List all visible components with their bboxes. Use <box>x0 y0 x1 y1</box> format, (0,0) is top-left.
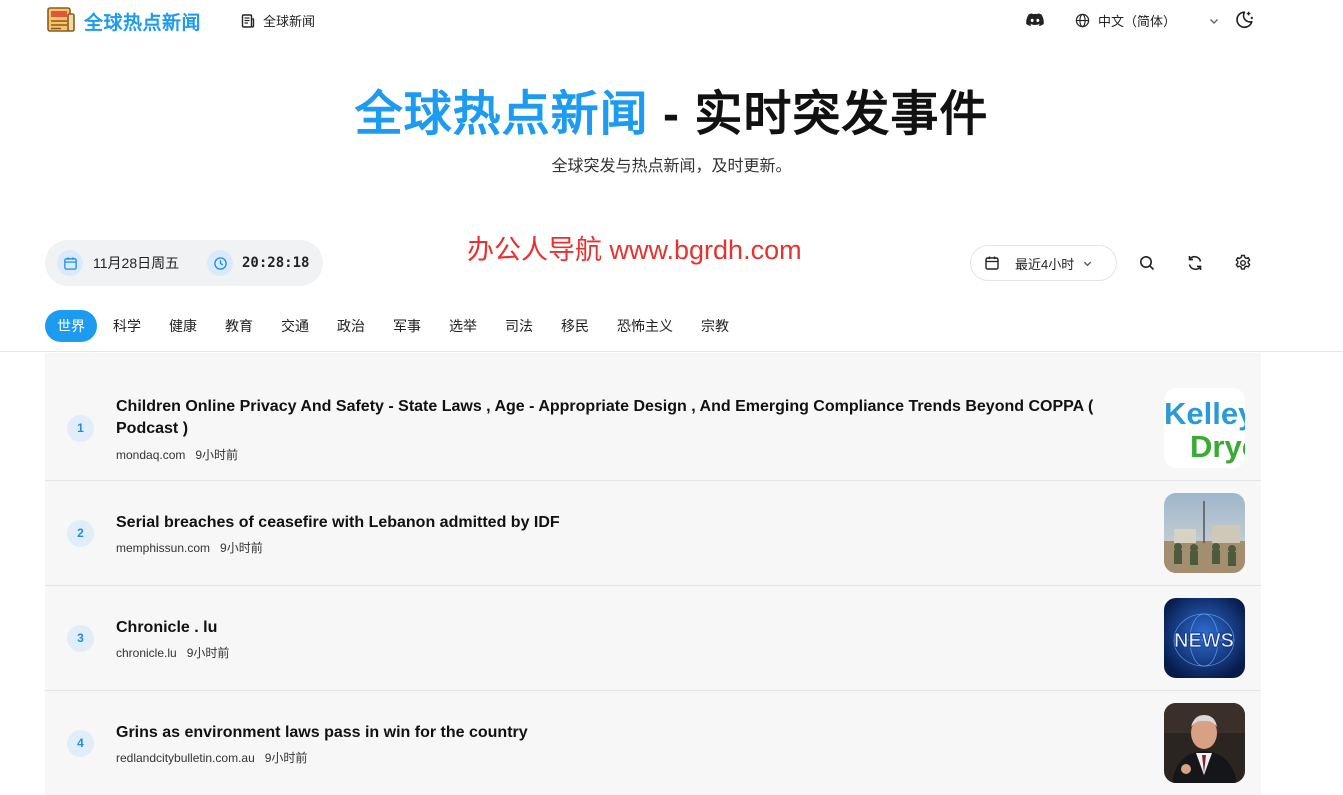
news-index: 4 <box>67 730 94 757</box>
news-meta: memphissun.com 9小时前 <box>116 539 263 556</box>
news-title[interactable]: Chronicle . lu <box>116 617 1151 639</box>
news-thumbnail-politician[interactable] <box>1164 703 1245 783</box>
news-row[interactable]: 3 Chronicle . lu chronicle.lu 9小时前 NEWS <box>45 586 1261 691</box>
watermark-text: 办公人导航 www.bgrdh.com <box>467 235 802 265</box>
calendar-icon <box>985 256 999 270</box>
nav-global-news[interactable]: 全球新闻 <box>241 11 315 30</box>
news-source[interactable]: chronicle.lu <box>116 646 177 660</box>
datetime-pill: 11月28日周五 20:28:18 <box>45 240 323 286</box>
tab-category[interactable]: 恐怖主义 <box>603 310 687 342</box>
news-meta: mondaq.com 9小时前 <box>116 446 238 463</box>
moon-stars-icon[interactable] <box>1233 9 1255 31</box>
news-index: 2 <box>67 520 94 547</box>
language-label: 中文（简体） <box>1098 14 1177 29</box>
news-meta: redlandcitybulletin.com.au 9小时前 <box>116 749 307 766</box>
tab-category[interactable]: 宗教 <box>687 310 743 342</box>
news-index: 1 <box>67 415 94 442</box>
soldiers-photo <box>1164 493 1245 573</box>
chevron-down-icon <box>1210 18 1219 24</box>
brand-title[interactable]: 全球热点新闻 <box>84 8 201 35</box>
thumb-text-news: NEWS <box>1174 630 1234 652</box>
time-range-select[interactable]: 最近4小时 <box>970 245 1117 281</box>
page-subtitle: 全球突发与热点新闻，及时更新。 <box>551 158 792 175</box>
page-title: 全球热点新闻 - 实时突发事件 <box>0 74 1343 144</box>
newspaper-logo-icon[interactable] <box>46 6 76 34</box>
header-divider <box>0 351 1343 352</box>
news-row[interactable]: 2 Serial breaches of ceasefire with Leba… <box>45 481 1261 586</box>
news-title[interactable]: Children Online Privacy And Safety - Sta… <box>116 396 1151 440</box>
tab-category[interactable]: 司法 <box>491 310 547 342</box>
news-meta: chronicle.lu 9小时前 <box>116 644 229 661</box>
search-icon[interactable] <box>1138 254 1156 272</box>
nav-global-news-label: 全球新闻 <box>263 14 316 29</box>
date-text: 11月28日周五 <box>93 255 180 271</box>
category-tabs: 世界 科学 健康 教育 交通 政治 军事 选举 司法 移民 恐怖主义 宗教 <box>45 310 743 342</box>
news-time: 9小时前 <box>220 541 263 555</box>
news-title[interactable]: Grins as environment laws pass in win fo… <box>116 722 1151 744</box>
news-row[interactable]: 4 Grins as environment laws pass in win … <box>45 691 1261 795</box>
thumb-text-drye: Drye <box>1190 429 1245 464</box>
news-thumbnail-news-globe[interactable]: NEWS <box>1164 598 1245 678</box>
tab-category[interactable]: 选举 <box>435 310 491 342</box>
refresh-icon[interactable] <box>1186 254 1204 272</box>
language-selector[interactable]: 中文（简体） <box>1075 11 1220 30</box>
news-time: 9小时前 <box>195 448 239 462</box>
news-title[interactable]: Serial breaches of ceasefire with Lebano… <box>116 512 1151 534</box>
page-title-accent: 全球热点新闻 <box>354 88 649 141</box>
news-list: 1 Children Online Privacy And Safety - S… <box>45 353 1261 795</box>
news-time: 9小时前 <box>186 646 230 660</box>
tab-category[interactable]: 健康 <box>155 310 211 342</box>
chevron-down-icon <box>1084 261 1092 266</box>
news-thumbnail-soldiers[interactable] <box>1164 493 1245 573</box>
clock-icon <box>207 250 233 276</box>
news-time: 9小时前 <box>264 751 308 765</box>
date-display: 11月28日周五 <box>57 250 179 276</box>
news-source[interactable]: memphissun.com <box>116 541 210 555</box>
thumb-text-kelley: Kelley <box>1164 396 1245 431</box>
news-source[interactable]: redlandcitybulletin.com.au <box>116 751 255 765</box>
news-thumbnail-kelley-drye[interactable]: Kelley Drye <box>1164 388 1245 468</box>
tab-category[interactable]: 军事 <box>379 310 435 342</box>
newspaper-icon <box>241 13 255 28</box>
tab-category[interactable]: 科学 <box>99 310 155 342</box>
gear-icon[interactable] <box>1234 254 1252 272</box>
tab-category[interactable]: 教育 <box>211 310 267 342</box>
tab-category[interactable]: 政治 <box>323 310 379 342</box>
news-globe-graphic: NEWS <box>1164 598 1245 678</box>
calendar-icon <box>57 250 83 276</box>
time-range-label: 最近4小时 <box>1015 256 1075 272</box>
time-display: 20:28:18 <box>207 250 309 276</box>
tab-category[interactable]: 交通 <box>267 310 323 342</box>
kelley-drye-logo: Kelley Drye <box>1164 396 1245 464</box>
tab-category[interactable]: 移民 <box>547 310 603 342</box>
news-row[interactable]: 1 Children Online Privacy And Safety - S… <box>45 353 1261 481</box>
news-index: 3 <box>67 625 94 652</box>
news-source[interactable]: mondaq.com <box>116 448 185 462</box>
time-text: 20:28:18 <box>242 255 310 271</box>
globe-icon <box>1075 13 1090 28</box>
top-bar: 全球热点新闻 全球新闻 中文（简体） <box>0 0 1343 40</box>
discord-icon[interactable] <box>1025 10 1045 30</box>
tab-category[interactable]: 世界 <box>45 310 97 342</box>
politician-photo <box>1164 703 1245 783</box>
page-title-rest: - 实时突发事件 <box>648 88 989 141</box>
